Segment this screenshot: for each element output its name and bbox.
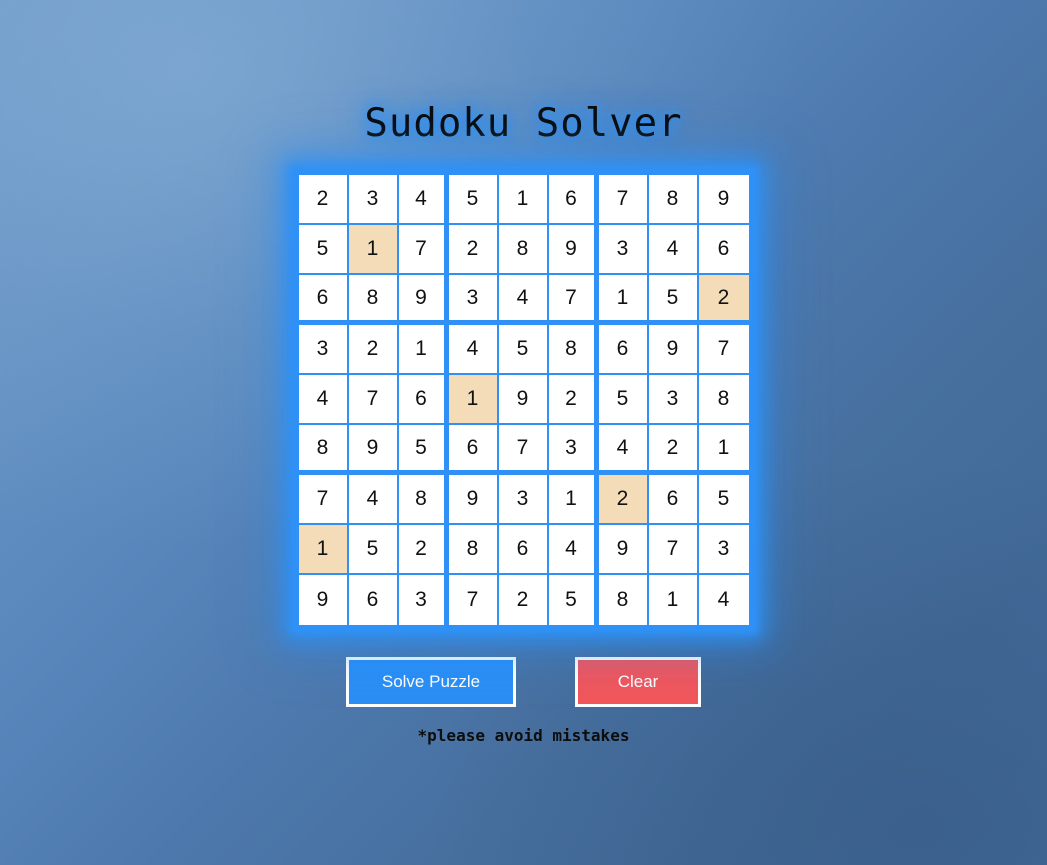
grid-cell[interactable]: 5 xyxy=(498,325,549,375)
grid-cell[interactable]: 9 xyxy=(548,225,599,275)
grid-cell[interactable]: 7 xyxy=(598,175,649,225)
grid-cell[interactable]: 9 xyxy=(598,525,649,575)
grid-cell[interactable]: 7 xyxy=(498,425,549,475)
grid-cell[interactable]: 5 xyxy=(348,525,399,575)
grid-cell[interactable]: 9 xyxy=(498,375,549,425)
grid-cell[interactable]: 1 xyxy=(698,425,749,475)
grid-cell[interactable]: 6 xyxy=(298,275,349,325)
grid-cell[interactable]: 1 xyxy=(598,275,649,325)
grid-cell[interactable]: 9 xyxy=(648,325,699,375)
grid-cell[interactable]: 8 xyxy=(698,375,749,425)
grid-cell[interactable]: 4 xyxy=(298,375,349,425)
grid-cell[interactable]: 2 xyxy=(398,525,449,575)
grid-cell[interactable]: 5 xyxy=(448,175,499,225)
grid-cell[interactable]: 9 xyxy=(348,425,399,475)
grid-cell[interactable]: 9 xyxy=(398,275,449,325)
grid-cell[interactable]: 2 xyxy=(298,175,349,225)
solve-puzzle-button[interactable]: Solve Puzzle xyxy=(346,657,516,707)
grid-cell[interactable]: 9 xyxy=(698,175,749,225)
grid-cell[interactable]: 6 xyxy=(448,425,499,475)
grid-cell[interactable]: 1 xyxy=(498,175,549,225)
grid-cell[interactable]: 3 xyxy=(598,225,649,275)
grid-cell[interactable]: 4 xyxy=(548,525,599,575)
grid-row: 476192538 xyxy=(298,375,749,425)
board-container: 2345167895172893466893471523214586974761… xyxy=(292,169,755,631)
grid-row: 234516789 xyxy=(298,175,749,225)
page-title: Sudoku Solver xyxy=(364,101,683,146)
grid-cell[interactable]: 5 xyxy=(548,575,599,625)
grid-cell[interactable]: 7 xyxy=(398,225,449,275)
grid-cell[interactable]: 5 xyxy=(698,475,749,525)
grid-cell[interactable]: 6 xyxy=(348,575,399,625)
grid-cell[interactable]: 2 xyxy=(348,325,399,375)
grid-cell[interactable]: 5 xyxy=(598,375,649,425)
grid-cell[interactable]: 7 xyxy=(698,325,749,375)
grid-cell[interactable]: 3 xyxy=(548,425,599,475)
grid-cell-highlighted[interactable]: 1 xyxy=(298,525,349,575)
grid-cell[interactable]: 8 xyxy=(648,175,699,225)
grid-cell[interactable]: 7 xyxy=(298,475,349,525)
grid-cell[interactable]: 3 xyxy=(498,475,549,525)
grid-cell[interactable]: 4 xyxy=(448,325,499,375)
footnote-text: *please avoid mistakes xyxy=(417,726,630,745)
grid-cell[interactable]: 6 xyxy=(398,375,449,425)
grid-row: 517289346 xyxy=(298,225,749,275)
grid-cell[interactable]: 8 xyxy=(548,325,599,375)
grid-cell[interactable]: 7 xyxy=(648,525,699,575)
grid-row: 321458697 xyxy=(298,325,749,375)
grid-cell[interactable]: 4 xyxy=(648,225,699,275)
grid-cell-highlighted[interactable]: 1 xyxy=(448,375,499,425)
grid-row: 748931265 xyxy=(298,475,749,525)
grid-cell[interactable]: 4 xyxy=(498,275,549,325)
grid-cell[interactable]: 3 xyxy=(698,525,749,575)
grid-cell-highlighted[interactable]: 2 xyxy=(598,475,649,525)
grid-cell[interactable]: 3 xyxy=(398,575,449,625)
grid-cell[interactable]: 6 xyxy=(498,525,549,575)
grid-cell-highlighted[interactable]: 1 xyxy=(348,225,399,275)
grid-cell[interactable]: 9 xyxy=(448,475,499,525)
grid-cell[interactable]: 2 xyxy=(448,225,499,275)
grid-cell[interactable]: 7 xyxy=(448,575,499,625)
grid-cell[interactable]: 6 xyxy=(698,225,749,275)
grid-cell[interactable]: 7 xyxy=(548,275,599,325)
grid-cell[interactable]: 8 xyxy=(498,225,549,275)
grid-cell[interactable]: 1 xyxy=(548,475,599,525)
grid-cell-highlighted[interactable]: 2 xyxy=(698,275,749,325)
grid-row: 895673421 xyxy=(298,425,749,475)
grid-cell[interactable]: 3 xyxy=(298,325,349,375)
grid-cell[interactable]: 8 xyxy=(598,575,649,625)
grid-row: 689347152 xyxy=(298,275,749,325)
clear-button[interactable]: Clear xyxy=(575,657,701,707)
sudoku-grid[interactable]: 2345167895172893466893471523214586974761… xyxy=(298,175,749,625)
grid-cell[interactable]: 2 xyxy=(648,425,699,475)
grid-cell[interactable]: 6 xyxy=(598,325,649,375)
grid-cell[interactable]: 8 xyxy=(348,275,399,325)
action-bar: Solve Puzzle Clear xyxy=(346,657,701,707)
grid-cell[interactable]: 5 xyxy=(648,275,699,325)
grid-cell[interactable]: 7 xyxy=(348,375,399,425)
grid-cell[interactable]: 5 xyxy=(398,425,449,475)
grid-row: 963725814 xyxy=(298,575,749,625)
grid-cell[interactable]: 6 xyxy=(548,175,599,225)
grid-cell[interactable]: 3 xyxy=(448,275,499,325)
grid-cell[interactable]: 3 xyxy=(348,175,399,225)
grid-cell[interactable]: 5 xyxy=(298,225,349,275)
grid-cell[interactable]: 4 xyxy=(598,425,649,475)
grid-cell[interactable]: 3 xyxy=(648,375,699,425)
grid-cell[interactable]: 6 xyxy=(648,475,699,525)
grid-row: 152864973 xyxy=(298,525,749,575)
grid-cell[interactable]: 2 xyxy=(548,375,599,425)
grid-cell[interactable]: 8 xyxy=(298,425,349,475)
grid-cell[interactable]: 4 xyxy=(348,475,399,525)
grid-cell[interactable]: 1 xyxy=(398,325,449,375)
grid-cell[interactable]: 4 xyxy=(698,575,749,625)
sudoku-app: Sudoku Solver 23451678951728934668934715… xyxy=(0,0,1047,865)
grid-cell[interactable]: 8 xyxy=(398,475,449,525)
grid-cell[interactable]: 8 xyxy=(448,525,499,575)
grid-cell[interactable]: 2 xyxy=(498,575,549,625)
sudoku-board[interactable]: 2345167895172893466893471523214586974761… xyxy=(292,169,755,631)
grid-cell[interactable]: 1 xyxy=(648,575,699,625)
grid-cell[interactable]: 4 xyxy=(398,175,449,225)
grid-cell[interactable]: 9 xyxy=(298,575,349,625)
